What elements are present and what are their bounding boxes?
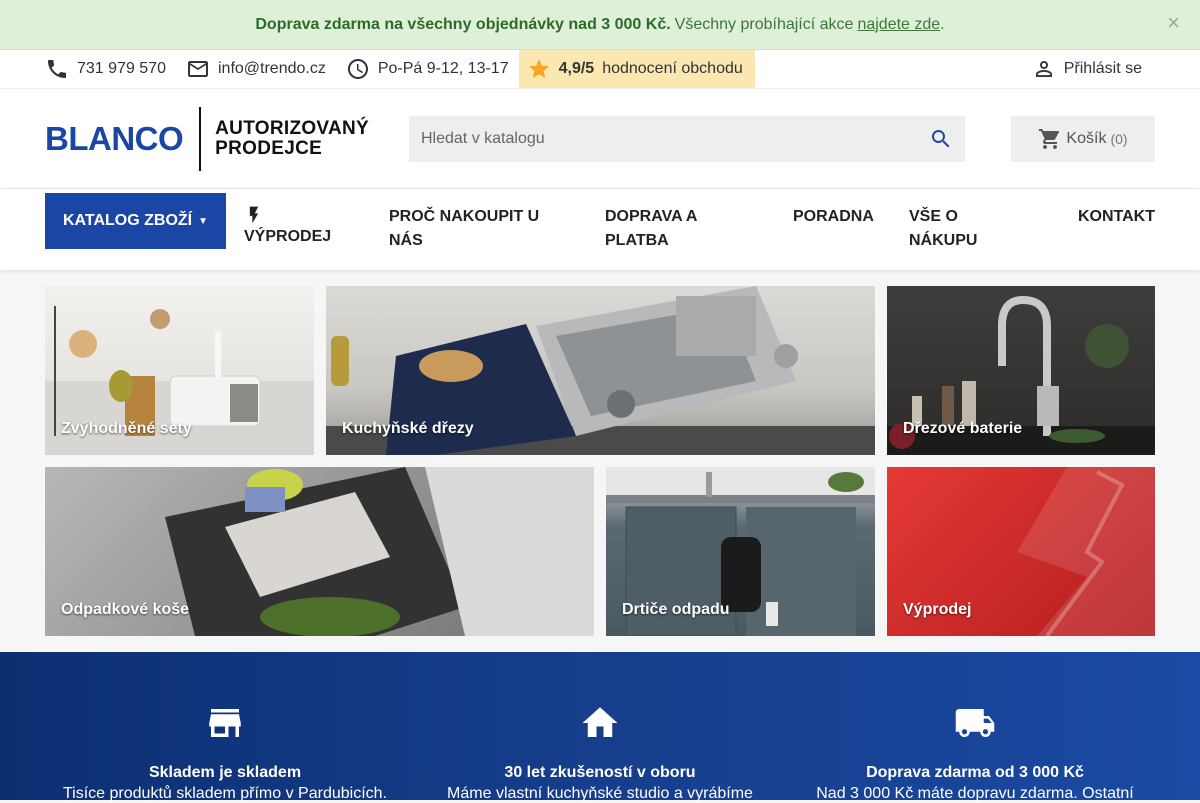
cart-button[interactable]: Košík (0) xyxy=(1011,115,1155,162)
category-tile-drezy[interactable]: Kuchyňské dřezy xyxy=(326,286,875,455)
nav-item-label: DOPRAVA A PLATBA xyxy=(605,208,697,249)
promo-banner: Doprava zdarma na všechny objednávky nad… xyxy=(0,0,1200,50)
feature-experience: 30 let zkušeností v oboru Máme vlastní k… xyxy=(410,702,790,803)
logo-brand: BLANCO xyxy=(45,119,184,157)
nav-item-poradna[interactable]: PORADNA xyxy=(793,189,893,229)
promo-banner-period: . xyxy=(940,15,945,33)
lightning-icon xyxy=(249,206,259,224)
cart-icon xyxy=(1039,128,1060,149)
feature-desc: Máme vlastní kuchyňské studio a vyrábíme xyxy=(447,785,753,802)
feature-title: Skladem je skladem xyxy=(148,764,302,781)
nav-item-doprava[interactable]: DOPRAVA A PLATBA xyxy=(605,189,725,253)
promo-banner-link[interactable]: najdete zde xyxy=(857,16,940,34)
phone-icon xyxy=(48,60,66,78)
category-tile-drtice[interactable]: Drtiče odpadu xyxy=(606,467,875,636)
caret-down-icon: ▼ xyxy=(198,215,209,227)
hours-text: Po-Pá 9-12, 13-17 xyxy=(377,60,509,77)
feature-desc: Tisíce produktů skladem přímo v Pardubic… xyxy=(63,785,387,802)
search-icon[interactable] xyxy=(929,127,953,151)
category-tile-baterie[interactable]: Dřezové baterie xyxy=(887,286,1155,455)
phone-contact[interactable]: 731 979 570 xyxy=(45,50,166,88)
site-logo[interactable]: BLANCO AUTORIZOVANÝ PRODEJCE xyxy=(45,106,380,171)
nav-item-vse-o-nakupu[interactable]: VŠE O NÁKUPU xyxy=(909,189,1009,253)
category-label: Drtiče odpadu xyxy=(622,601,730,618)
nav-item-vyprodej[interactable]: VÝPRODEJ xyxy=(244,189,374,249)
category-label: Odpadkové koše xyxy=(61,601,190,618)
truck-icon xyxy=(955,709,995,737)
category-tile-sety[interactable]: Zvýhodněné sety xyxy=(45,286,314,455)
site-header: BLANCO AUTORIZOVANÝ PRODEJCE Košík (0) xyxy=(0,89,1200,189)
feature-free-shipping: Doprava zdarma od 3 000 Kč Nad 3 000 Kč … xyxy=(785,702,1165,803)
email-address: info@trendo.cz xyxy=(217,60,326,77)
nav-item-proc-nakoupit[interactable]: PROČ NAKOUPIT U NÁS xyxy=(389,189,569,253)
home-icon xyxy=(582,707,618,737)
phone-number: 731 979 570 xyxy=(77,60,166,77)
opening-hours: Po-Pá 9-12, 13-17 xyxy=(346,50,509,88)
store-icon xyxy=(209,709,241,737)
nav-item-label: PORADNA xyxy=(793,208,874,225)
search-input[interactable] xyxy=(421,129,929,148)
search-box xyxy=(409,115,965,162)
feature-title: 30 let zkušeností v oboru xyxy=(504,764,696,781)
feature-title: Doprava zdarma od 3 000 Kč xyxy=(866,764,1084,781)
login-label: Přihlásit se xyxy=(1063,60,1142,77)
nav-item-label: VÝPRODEJ xyxy=(244,228,332,245)
logo-authorized-text: AUTORIZOVANÝ PRODEJCE xyxy=(215,117,370,159)
category-tile-kose[interactable]: Odpadkové koše xyxy=(45,467,594,636)
promo-banner-text: Všechny probíhající akce xyxy=(674,15,854,33)
category-label: Výprodej xyxy=(903,601,972,618)
category-label: Kuchyňské dřezy xyxy=(342,420,474,437)
nav-item-label: PROČ NAKOUPIT U NÁS xyxy=(389,208,540,249)
features-section: Skladem je skladem Tisíce produktů sklad… xyxy=(0,652,1200,803)
clock-icon xyxy=(347,59,368,79)
nav-catalog-label: KATALOG ZBOŽÍ xyxy=(62,212,193,229)
contact-bar: 731 979 570 info@trendo.cz Po-Pá 9-12, 1… xyxy=(0,50,1200,89)
rating-value: 4,9/5 xyxy=(558,60,595,77)
login-link[interactable]: Přihlásit se xyxy=(1032,50,1142,88)
rating-label: hodnocení obchodu xyxy=(602,60,743,77)
feature-in-stock: Skladem je skladem Tisíce produktů sklad… xyxy=(35,702,415,803)
nav-item-kontakt[interactable]: KONTAKT xyxy=(1078,189,1155,229)
mail-icon xyxy=(187,61,208,77)
cart-count: (0) xyxy=(1110,130,1128,147)
logo-divider xyxy=(199,106,202,171)
logo-line-2: PRODEJCE xyxy=(215,137,323,159)
promo-banner-bold: Doprava zdarma na všechny objednávky nad… xyxy=(255,15,671,33)
close-icon[interactable]: × xyxy=(1167,12,1180,34)
user-icon xyxy=(1035,61,1052,77)
cart-label: Košík xyxy=(1066,129,1107,147)
feature-desc: Nad 3 000 Kč máte dopravu zdarma. Ostatn… xyxy=(816,785,1134,802)
main-nav: KATALOG ZBOŽÍ ▼ VÝPRODEJ PROČ NAKOUPIT U… xyxy=(0,189,1200,270)
nav-item-label: VŠE O NÁKUPU xyxy=(909,208,978,249)
star-icon xyxy=(528,59,549,78)
category-label: Dřezové baterie xyxy=(903,420,1023,437)
category-label: Zvýhodněné sety xyxy=(61,420,192,437)
shop-rating[interactable]: 4,9/5 hodnocení obchodu xyxy=(518,50,755,88)
email-contact[interactable]: info@trendo.cz xyxy=(186,50,326,88)
category-tile-vyprodej[interactable]: Výprodej xyxy=(887,467,1155,636)
logo-line-1: AUTORIZOVANÝ xyxy=(215,117,370,139)
nav-item-label: KONTAKT xyxy=(1077,208,1155,225)
nav-catalog-button[interactable]: KATALOG ZBOŽÍ ▼ xyxy=(45,193,226,249)
